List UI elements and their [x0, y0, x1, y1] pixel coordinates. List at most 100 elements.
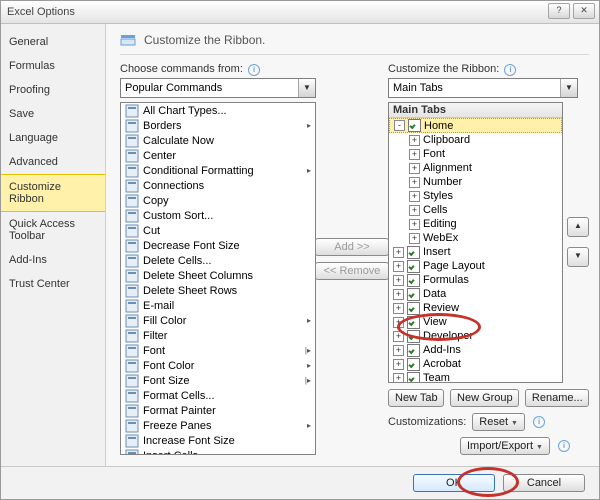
sidebar-item-quick-access-toolbar[interactable]: Quick Access Toolbar: [1, 212, 105, 248]
info-icon[interactable]: i: [558, 440, 570, 452]
command-item[interactable]: Font|▸: [121, 343, 315, 358]
choose-commands-select[interactable]: Popular Commands ▼: [120, 78, 316, 98]
checkbox[interactable]: [407, 344, 420, 357]
expand-icon[interactable]: +: [393, 261, 404, 272]
reset-button[interactable]: Reset▼: [472, 413, 525, 431]
cancel-button[interactable]: Cancel: [503, 474, 585, 492]
sidebar-item-save[interactable]: Save: [1, 102, 105, 126]
close-button[interactable]: ✕: [573, 3, 595, 19]
checkbox[interactable]: [407, 246, 420, 259]
tree-node[interactable]: +Cells: [389, 203, 562, 217]
tree-node[interactable]: +Number: [389, 175, 562, 189]
command-item[interactable]: Insert Cells...: [121, 448, 315, 455]
command-item[interactable]: Font Color▸: [121, 358, 315, 373]
tree-node[interactable]: +Editing: [389, 217, 562, 231]
sidebar-item-language[interactable]: Language: [1, 126, 105, 150]
tree-node[interactable]: +Add-Ins: [389, 343, 562, 357]
collapse-icon[interactable]: -: [394, 120, 405, 131]
tree-node[interactable]: +Team: [389, 371, 562, 383]
sidebar-item-add-ins[interactable]: Add-Ins: [1, 248, 105, 272]
tree-node[interactable]: +Styles: [389, 189, 562, 203]
add-button[interactable]: Add >>: [315, 238, 389, 256]
checkbox[interactable]: [407, 260, 420, 273]
expand-icon[interactable]: +: [393, 317, 404, 328]
sidebar-item-customize-ribbon[interactable]: Customize Ribbon: [1, 174, 105, 212]
command-item[interactable]: Font Size|▸: [121, 373, 315, 388]
command-item[interactable]: Fill Color▸: [121, 313, 315, 328]
tree-node[interactable]: +Page Layout: [389, 259, 562, 273]
tree-node[interactable]: -Home: [389, 118, 562, 133]
rename-button[interactable]: Rename...: [525, 389, 589, 407]
command-item[interactable]: Delete Sheet Columns: [121, 268, 315, 283]
checkbox[interactable]: [407, 330, 420, 343]
sidebar-item-general[interactable]: General: [1, 30, 105, 54]
checkbox[interactable]: [407, 316, 420, 329]
command-item[interactable]: Freeze Panes▸: [121, 418, 315, 433]
tree-node[interactable]: +Font: [389, 147, 562, 161]
ribbon-tree[interactable]: Main Tabs -Home+Clipboard+Font+Alignment…: [388, 102, 563, 383]
ribbon-scope-select[interactable]: Main Tabs ▼: [388, 78, 578, 98]
expand-icon[interactable]: +: [393, 247, 404, 258]
tree-node[interactable]: +Acrobat: [389, 357, 562, 371]
remove-button[interactable]: << Remove: [315, 262, 390, 280]
tree-node[interactable]: +Review: [389, 301, 562, 315]
expand-icon[interactable]: +: [393, 345, 404, 356]
checkbox[interactable]: [407, 302, 420, 315]
tree-node[interactable]: +Developer: [389, 329, 562, 343]
expand-icon[interactable]: +: [409, 233, 420, 244]
tree-node[interactable]: +WebEx: [389, 231, 562, 245]
expand-icon[interactable]: +: [393, 275, 404, 286]
tree-node[interactable]: +Data: [389, 287, 562, 301]
checkbox[interactable]: [407, 288, 420, 301]
new-tab-button[interactable]: New Tab: [388, 389, 444, 407]
command-item[interactable]: Format Cells...: [121, 388, 315, 403]
expand-icon[interactable]: +: [409, 219, 420, 230]
ok-button[interactable]: OK: [413, 474, 495, 492]
command-item[interactable]: Custom Sort...: [121, 208, 315, 223]
command-item[interactable]: E-mail: [121, 298, 315, 313]
command-item[interactable]: Delete Sheet Rows: [121, 283, 315, 298]
expand-icon[interactable]: +: [409, 163, 420, 174]
move-down-button[interactable]: ▼: [567, 247, 589, 267]
command-item[interactable]: Center: [121, 148, 315, 163]
checkbox[interactable]: [407, 372, 420, 384]
checkbox[interactable]: [407, 274, 420, 287]
command-item[interactable]: Conditional Formatting▸: [121, 163, 315, 178]
expand-icon[interactable]: +: [409, 135, 420, 146]
sidebar-item-proofing[interactable]: Proofing: [1, 78, 105, 102]
sidebar-item-trust-center[interactable]: Trust Center: [1, 272, 105, 296]
command-item[interactable]: Borders▸: [121, 118, 315, 133]
commands-listbox[interactable]: All Chart Types...Borders▸Calculate NowC…: [120, 102, 316, 455]
tree-node[interactable]: +Alignment: [389, 161, 562, 175]
sidebar-item-advanced[interactable]: Advanced: [1, 150, 105, 174]
command-item[interactable]: Calculate Now: [121, 133, 315, 148]
command-item[interactable]: Format Painter: [121, 403, 315, 418]
command-item[interactable]: Delete Cells...: [121, 253, 315, 268]
info-icon[interactable]: i: [504, 64, 516, 76]
expand-icon[interactable]: +: [393, 289, 404, 300]
tree-node[interactable]: +Formulas: [389, 273, 562, 287]
tree-node[interactable]: +Insert: [389, 245, 562, 259]
tree-node[interactable]: +Clipboard: [389, 133, 562, 147]
command-item[interactable]: Filter: [121, 328, 315, 343]
command-item[interactable]: All Chart Types...: [121, 103, 315, 118]
expand-icon[interactable]: +: [409, 191, 420, 202]
import-export-button[interactable]: Import/Export▼: [460, 437, 550, 455]
info-icon[interactable]: i: [533, 416, 545, 428]
command-item[interactable]: Decrease Font Size: [121, 238, 315, 253]
expand-icon[interactable]: +: [393, 331, 404, 342]
info-icon[interactable]: i: [248, 64, 260, 76]
sidebar-item-formulas[interactable]: Formulas: [1, 54, 105, 78]
move-up-button[interactable]: ▲: [567, 217, 589, 237]
command-item[interactable]: Increase Font Size: [121, 433, 315, 448]
expand-icon[interactable]: +: [393, 303, 404, 314]
command-item[interactable]: Cut: [121, 223, 315, 238]
expand-icon[interactable]: +: [393, 359, 404, 370]
checkbox[interactable]: [407, 358, 420, 371]
tree-node[interactable]: +View: [389, 315, 562, 329]
command-item[interactable]: Copy: [121, 193, 315, 208]
expand-icon[interactable]: +: [409, 205, 420, 216]
expand-icon[interactable]: +: [409, 177, 420, 188]
command-item[interactable]: Connections: [121, 178, 315, 193]
expand-icon[interactable]: +: [409, 149, 420, 160]
